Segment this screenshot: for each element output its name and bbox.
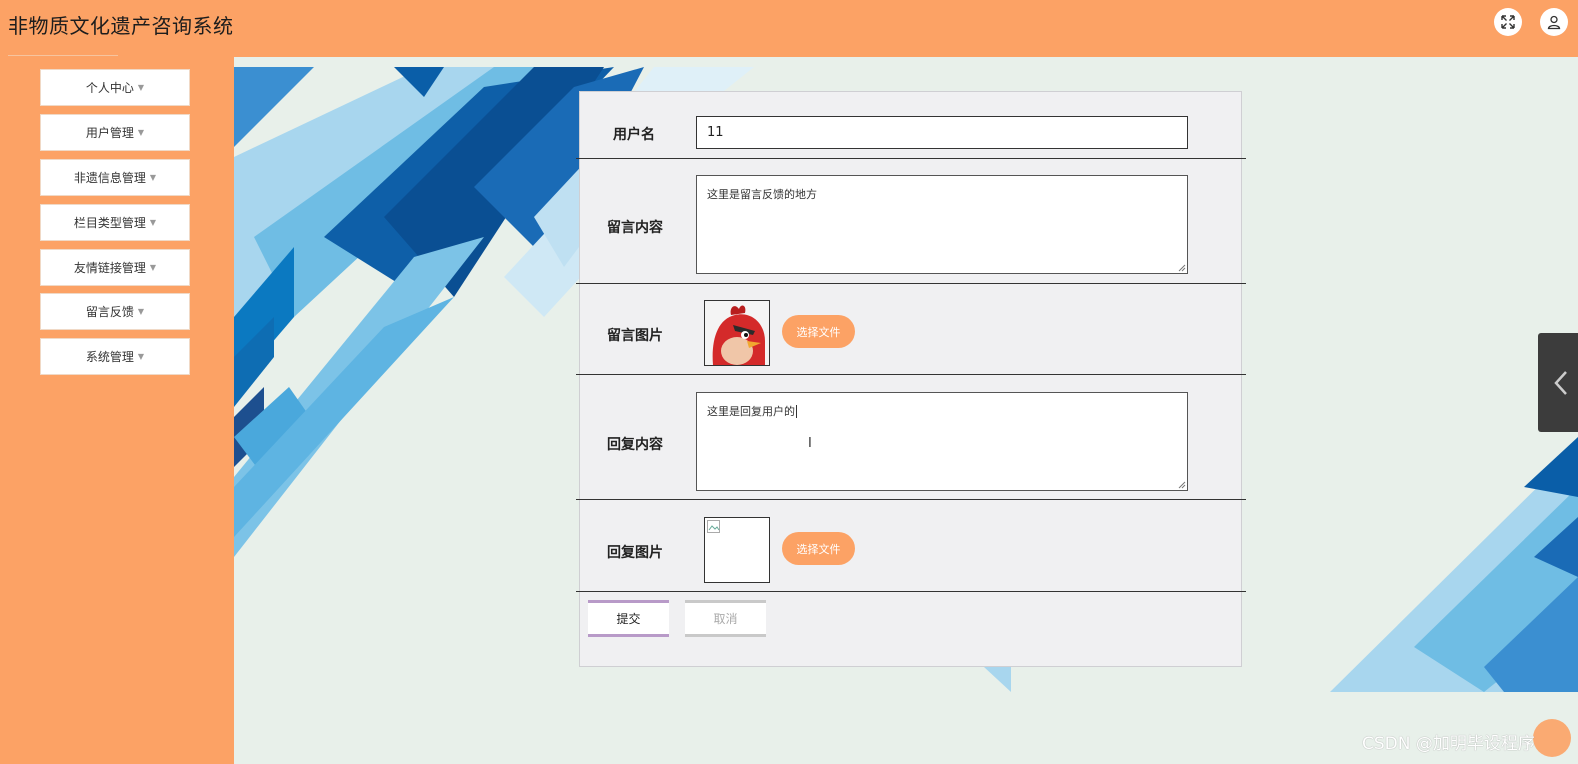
divider — [576, 158, 1246, 159]
title-underline — [8, 55, 118, 56]
chevron-down-icon: ▼ — [137, 307, 145, 316]
user-icon — [1547, 15, 1561, 30]
sidebar-item-feedback[interactable]: 留言反馈 ▼ — [40, 293, 190, 330]
chevron-down-icon: ▼ — [137, 128, 145, 137]
floating-button[interactable] — [1533, 719, 1571, 757]
watermark: CSDN @加明毕设程序 — [1362, 734, 1535, 754]
submit-button[interactable]: 提交 — [588, 600, 669, 637]
expand-icon — [1501, 15, 1515, 29]
chevron-down-icon: ▼ — [149, 173, 157, 182]
sidebar-item-profile[interactable]: 个人中心 ▼ — [40, 69, 190, 106]
broken-image-icon — [707, 520, 720, 533]
sidebar-item-label: 友情链接管理 — [73, 261, 146, 275]
image-label: 留言图片 — [607, 328, 663, 344]
cancel-button[interactable]: 取消 — [685, 600, 766, 637]
content-label: 留言内容 — [607, 220, 663, 236]
chevron-down-icon: ▼ — [137, 352, 145, 361]
text-cursor-icon: I — [808, 436, 812, 451]
sidebar-item-heritage-info[interactable]: 非遗信息管理 ▼ — [40, 159, 190, 196]
app-title: 非物质文化遗产咨询系统 — [8, 14, 234, 38]
reply-textarea[interactable]: 这里是回复用户的 — [696, 392, 1188, 491]
divider — [576, 499, 1246, 500]
choose-reply-file-button[interactable]: 选择文件 — [782, 532, 855, 565]
reply-image-label: 回复图片 — [607, 545, 663, 561]
side-drawer-toggle[interactable] — [1538, 333, 1578, 432]
username-label: 用户名 — [613, 127, 655, 143]
fullscreen-button[interactable] — [1494, 8, 1522, 36]
divider — [576, 374, 1246, 375]
top-header: 非物质文化遗产咨询系统 — [0, 0, 1578, 57]
sidebar-item-links[interactable]: 友情链接管理 ▼ — [40, 249, 190, 286]
content-text: 这里是留言反馈的地方 — [707, 188, 817, 201]
reply-text: 这里是回复用户的 — [707, 405, 795, 418]
angry-bird-image — [705, 301, 769, 365]
sidebar-item-label: 个人中心 — [85, 81, 134, 95]
chevron-down-icon: ▼ — [137, 83, 145, 92]
choose-file-button[interactable]: 选择文件 — [782, 315, 855, 348]
chevron-down-icon: ▼ — [149, 263, 157, 272]
chevron-left-icon — [1554, 371, 1567, 395]
sidebar-item-column-types[interactable]: 栏目类型管理 ▼ — [40, 204, 190, 241]
divider — [576, 591, 1246, 592]
sidebar-item-system[interactable]: 系统管理 ▼ — [40, 338, 190, 375]
user-button[interactable] — [1540, 8, 1568, 36]
content-textarea[interactable]: 这里是留言反馈的地方 — [696, 175, 1188, 274]
text-caret — [796, 405, 797, 418]
sidebar-item-label: 留言反馈 — [85, 305, 134, 319]
message-image-preview[interactable] — [704, 300, 770, 366]
sidebar-item-users[interactable]: 用户管理 ▼ — [40, 114, 190, 151]
sidebar-item-label: 系统管理 — [85, 350, 134, 364]
reply-label: 回复内容 — [607, 437, 663, 453]
sidebar-item-label: 非遗信息管理 — [73, 171, 146, 185]
resize-handle-icon[interactable] — [1178, 264, 1186, 272]
sidebar-item-label: 用户管理 — [85, 126, 134, 140]
chevron-down-icon: ▼ — [149, 218, 157, 227]
reply-image-preview[interactable] — [704, 517, 770, 583]
resize-handle-icon[interactable] — [1178, 481, 1186, 489]
divider — [576, 283, 1246, 284]
username-input[interactable]: 11 — [696, 116, 1188, 149]
sidebar-item-label: 栏目类型管理 — [73, 216, 146, 230]
